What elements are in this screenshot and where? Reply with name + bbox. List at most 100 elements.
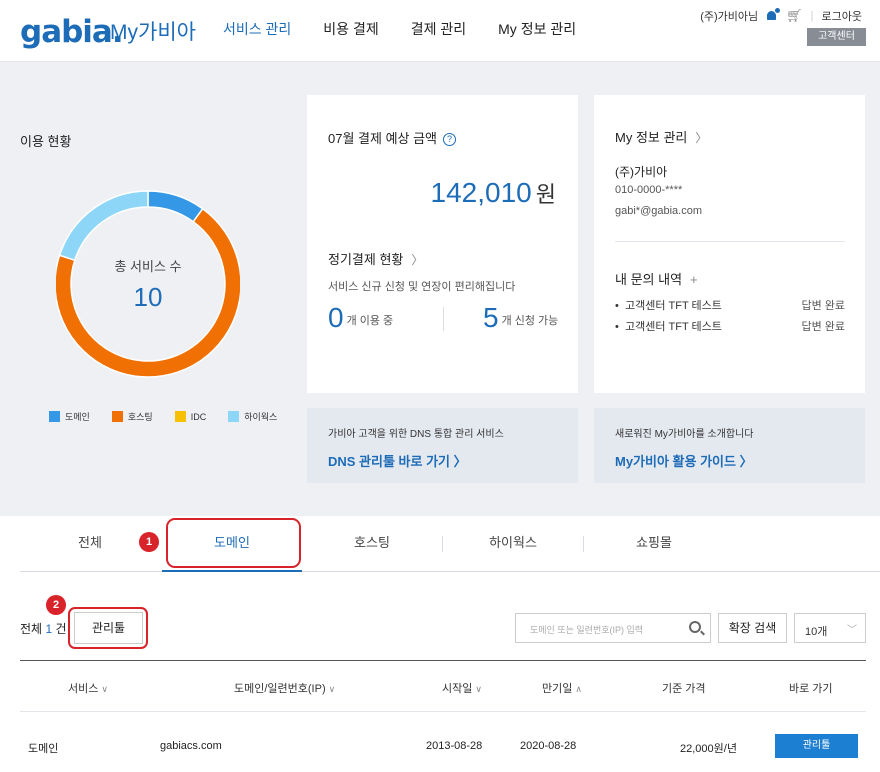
legend-idc: IDC	[174, 410, 207, 423]
domain-tab-highlight	[166, 518, 301, 568]
plus-icon: +	[690, 272, 698, 287]
recurring-title: 정기결제 현황	[328, 252, 404, 267]
available-label: 개 신청 가능	[501, 315, 559, 327]
user-name[interactable]: (주)가비아님	[700, 8, 758, 24]
util-divider: |	[810, 10, 814, 22]
guide-promo-card: 새로워진 My가비아를 소개합니다 My가비아 활용 가이드 〉	[594, 408, 865, 483]
total-unit: 건	[55, 622, 67, 636]
header-service[interactable]: 서비스 ∨	[68, 680, 108, 696]
header-label: 만기일	[542, 683, 573, 695]
nav-cost-payment[interactable]: 비용 결제	[323, 19, 378, 39]
chevron-down-icon: ﹀	[847, 625, 857, 636]
payment-title: 07월 결제 예상 금액?	[328, 128, 457, 147]
notification-count	[774, 7, 782, 14]
total-label: 전체	[20, 622, 43, 636]
search-input[interactable]: 도메인 또는 일련번호(IP) 입력	[515, 613, 711, 643]
bell-icon[interactable]	[766, 7, 782, 22]
total-services-label: 총 서비스 수	[114, 259, 182, 274]
payment-card: 07월 결제 예상 금액? 142,010 원 정기결제 현황 〉 서비스 신규 신…	[307, 95, 578, 393]
legend-swatch	[174, 411, 186, 422]
nav-my-info[interactable]: My 정보 관리	[498, 19, 576, 39]
dns-promo-card: 가비아 고객을 위한 DNS 통합 관리 서비스 DNS 관리툴 바로 가기 〉	[307, 408, 578, 483]
usage-title: 이용 현황	[20, 134, 72, 149]
table-row: 도메인 gabiacs.com 2013-08-28 2020-08-28 22…	[20, 712, 866, 772]
guide-link[interactable]: My가비아 활용 가이드 〉	[615, 451, 753, 470]
search-icon[interactable]	[689, 621, 701, 633]
help-icon[interactable]: ?	[443, 133, 457, 146]
total-services-value: 10	[133, 282, 163, 312]
chevron-right-icon: 〉	[735, 454, 753, 469]
tab-hiworks[interactable]: 하이웍스	[443, 516, 583, 570]
main-nav: 서비스 관리 비용 결제 결제 관리 My 정보 관리	[223, 19, 576, 39]
inquiry-item[interactable]: • 고객센터 TFT 테스트 답변 완료	[615, 318, 845, 334]
inquiry-item-title: 고객센터 TFT 테스트	[624, 300, 722, 312]
header-expiry-date[interactable]: 만기일 ∧	[542, 680, 582, 696]
help-center-button[interactable]: 고객센터	[807, 28, 866, 46]
chart-legend: 도메인 호스팅 IDC 하이웍스	[49, 410, 299, 423]
cell-price: 22,000원/년	[680, 743, 737, 755]
company-name: (주)가비아	[615, 165, 668, 179]
legend-hiworks: 하이웍스	[228, 410, 277, 423]
logout-link[interactable]: 로그아웃	[822, 8, 862, 24]
cell-service: 도메인	[28, 743, 59, 755]
header-label: 서비스	[68, 683, 99, 695]
legend-swatch	[49, 411, 60, 422]
payment-title-text: 07월 결제 예상 금액	[328, 131, 438, 146]
chevron-right-icon: 〉	[450, 454, 467, 469]
tab-hosting[interactable]: 호스팅	[302, 516, 442, 570]
my-info-card: My 정보 관리 〉 (주)가비아 010-0000-**** gabi*@gab…	[594, 95, 865, 393]
search-placeholder: 도메인 또는 일련번호(IP) 입력	[530, 625, 644, 635]
legend-label: 도메인	[65, 412, 90, 422]
nav-service-management[interactable]: 서비스 관리	[223, 19, 291, 39]
recurring-payment-link[interactable]: 정기결제 현황 〉	[328, 249, 423, 268]
divider	[615, 241, 845, 242]
my-gabia-title[interactable]: My가비아	[110, 16, 196, 46]
chevron-down-icon: ∨	[475, 684, 482, 694]
chevron-up-icon: ∧	[575, 684, 582, 694]
inquiry-link[interactable]: 내 문의 내역 +	[615, 269, 698, 288]
tab-shopping-mall[interactable]: 쇼핑몰	[584, 516, 724, 570]
legend-swatch	[228, 411, 240, 422]
in-use-stat: 0개 이용 중	[328, 302, 393, 334]
inquiry-status: 답변 완료	[801, 300, 845, 312]
my-info-link[interactable]: My 정보 관리 〉	[615, 127, 707, 146]
gabia-logo[interactable]: gabia.	[20, 14, 124, 50]
in-use-label: 개 이용 중	[346, 315, 394, 327]
nav-payment-management[interactable]: 결제 관리	[411, 19, 466, 39]
header-label: 시작일	[442, 683, 473, 695]
legend-domain: 도메인	[49, 410, 90, 423]
header-start-date[interactable]: 시작일 ∨	[442, 680, 482, 696]
phone-number: 010-0000-****	[615, 184, 683, 196]
row-management-tool-button[interactable]: 관리툴	[775, 734, 858, 758]
step-badge-1: 1	[139, 532, 159, 552]
chevron-down-icon: ∨	[328, 684, 336, 694]
page-size-value: 10개	[805, 626, 828, 638]
legend-label: 호스팅	[127, 412, 153, 422]
dns-tool-link-label: DNS 관리툴 바로 가기	[328, 454, 451, 469]
cell-domain[interactable]: gabiacs.com	[160, 740, 222, 752]
extended-search-button[interactable]: 확장 검색	[718, 613, 787, 643]
inquiry-title: 내 문의 내역	[615, 272, 683, 287]
legend-label: IDC	[190, 411, 207, 422]
inquiry-item-title: 고객센터 TFT 테스트	[624, 321, 722, 333]
cart-icon[interactable]: 🛒︎	[786, 8, 803, 24]
available-stat: 5개 신청 가능	[483, 302, 558, 334]
total-count: 전체 1 건	[20, 620, 67, 637]
inquiry-item[interactable]: • 고객센터 TFT 테스트 답변 완료	[615, 297, 845, 313]
total-count-value: 1	[45, 622, 53, 636]
inquiry-status: 답변 완료	[801, 321, 845, 333]
my-info-title: My 정보 관리	[615, 130, 688, 145]
payment-amount: 142,010 원	[431, 177, 556, 209]
dns-tool-link[interactable]: DNS 관리툴 바로 가기 〉	[328, 451, 467, 470]
management-button-highlight	[68, 607, 148, 649]
utility-bar: (주)가비아님 🛒︎ | 로그아웃	[700, 7, 862, 24]
in-use-count: 0	[328, 302, 344, 333]
page-size-select[interactable]: 10개 ﹀	[794, 613, 866, 643]
available-count: 5	[483, 302, 499, 333]
table-header: 서비스 ∨ 도메인/일련번호(IP) ∨ 시작일 ∨ 만기일 ∧ 기준 가격 바로 가기	[20, 660, 866, 712]
guide-link-label: My가비아 활용 가이드	[615, 454, 736, 469]
header-domain[interactable]: 도메인/일련번호(IP) ∨	[234, 680, 335, 696]
legend-swatch	[111, 411, 123, 422]
amount-value: 142,010	[430, 177, 532, 208]
amount-unit: 원	[535, 182, 556, 207]
